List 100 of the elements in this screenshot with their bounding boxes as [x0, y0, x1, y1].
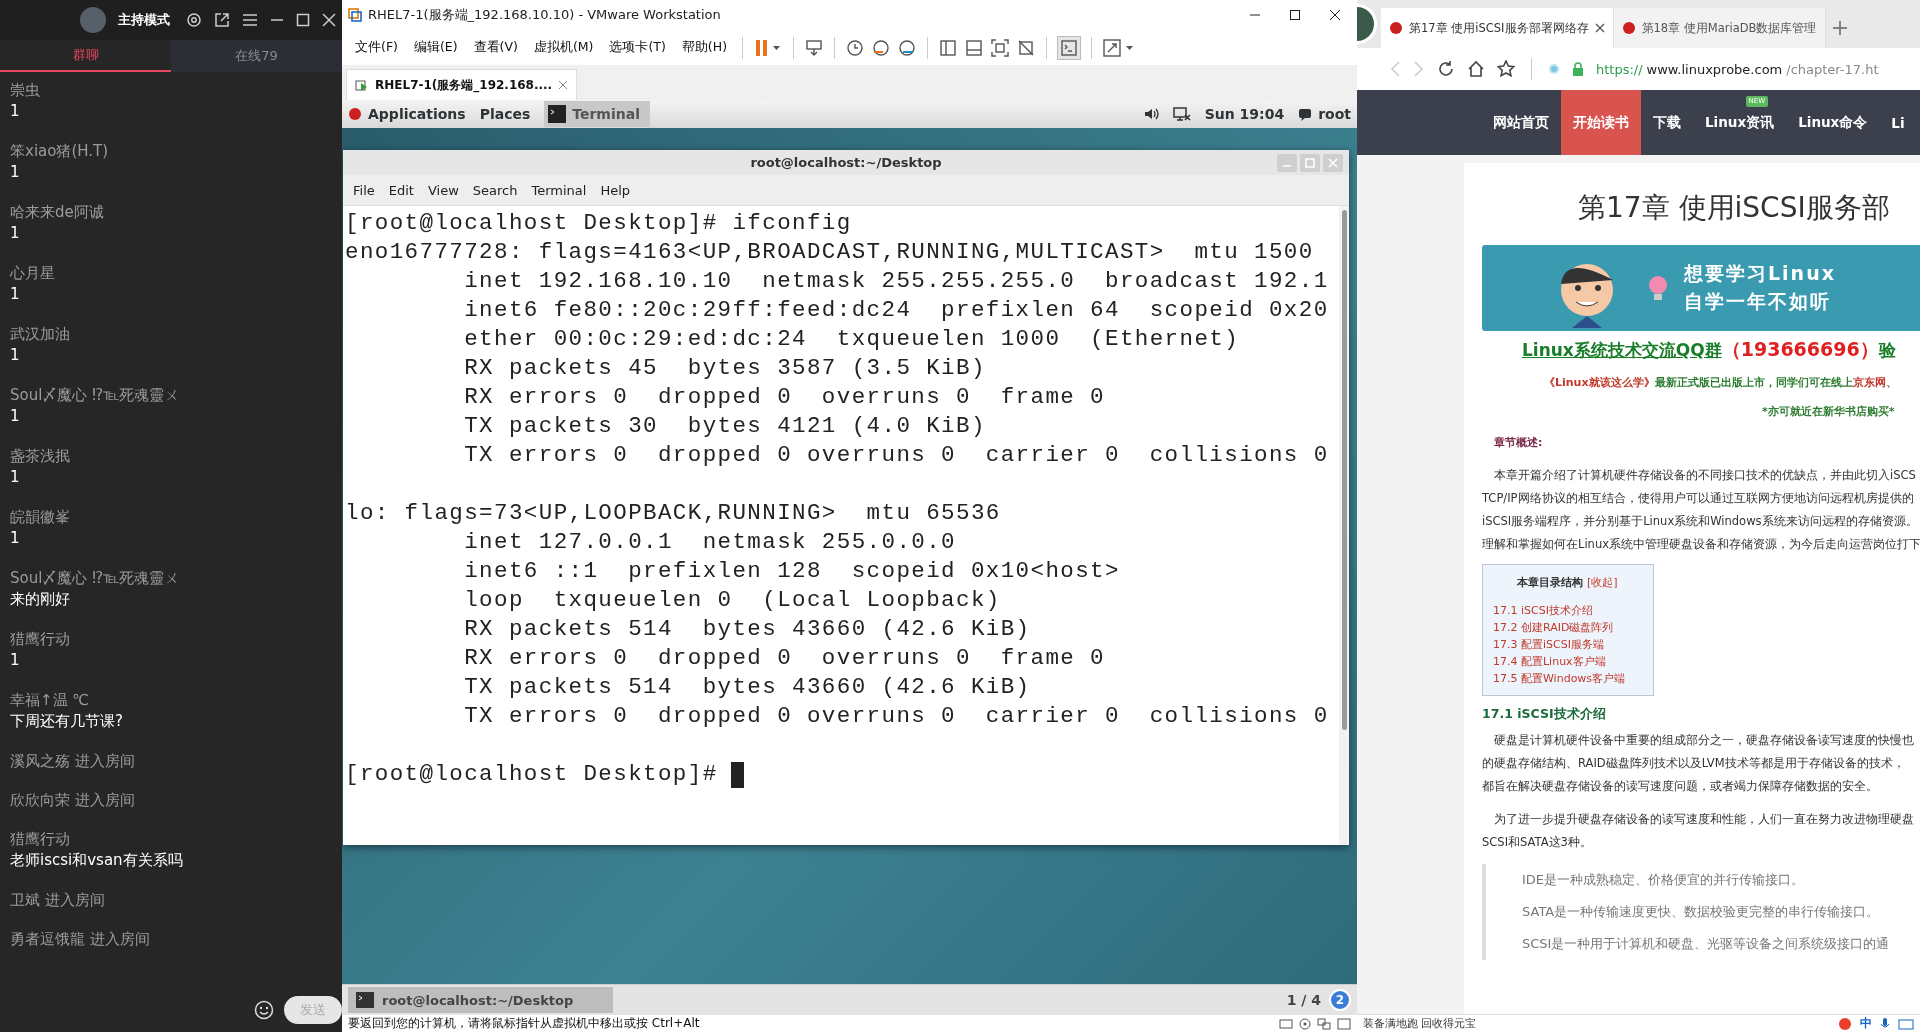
- vmware-logo-icon: [348, 8, 362, 22]
- message-text: 老师iscsi和vsan有关系吗: [10, 850, 184, 871]
- cd-icon[interactable]: [1299, 1017, 1311, 1030]
- home-icon[interactable]: [1467, 60, 1485, 78]
- message-sender: 心月星: [10, 263, 56, 283]
- toc-link[interactable]: 17.5 配置Windows客户端: [1493, 670, 1653, 687]
- menu-item[interactable]: View: [421, 179, 465, 201]
- menu-item[interactable]: Terminal: [525, 179, 593, 201]
- paragraph-line: SCSI和SATA这3种。: [1482, 834, 1593, 851]
- sidebar-layout-icon[interactable]: [938, 37, 958, 58]
- menu-item[interactable]: File: [347, 179, 381, 201]
- taskbar-window-button[interactable]: root@localhost:~/Desktop: [348, 987, 613, 1013]
- menu-item[interactable]: 选项卡(T): [604, 36, 671, 59]
- clock[interactable]: Sun 19:04: [1204, 106, 1285, 122]
- nav-link[interactable]: Linux命令: [1786, 90, 1880, 155]
- join-notice: 勇者逗饿龍 进入房间: [10, 929, 151, 949]
- applications-menu[interactable]: Applications: [348, 106, 466, 122]
- terminal-line: RX packets 45 bytes 3587 (3.5 KiB): [463, 354, 987, 383]
- host-mode-label: 主持模式: [118, 11, 170, 29]
- bottom-panel-layout-icon[interactable]: [964, 37, 984, 58]
- menu-item[interactable]: 文件(F): [350, 36, 403, 59]
- reload-icon[interactable]: [1437, 60, 1455, 78]
- settings-icon[interactable]: [186, 12, 202, 28]
- network-icon[interactable]: [1172, 106, 1191, 122]
- nav-link[interactable]: 网站首页: [1481, 90, 1561, 155]
- quote-line: SCSI是一种用于计算机和硬盘、光驱等设备之间系统级接口的通: [1522, 935, 1891, 953]
- pause-icon[interactable]: [753, 37, 783, 58]
- browser-tab[interactable]: 第17章 使用iSCSI服务部署网络存: [1381, 8, 1614, 48]
- chat-tab[interactable]: 在线79: [171, 40, 342, 72]
- toc-link[interactable]: 17.3 配置iSCSI服务端: [1493, 636, 1653, 653]
- active-app-menu[interactable]: Terminal: [544, 101, 650, 127]
- maximize-icon[interactable]: [1289, 9, 1301, 21]
- status-dot-icon: [1548, 63, 1560, 75]
- message-text: 1: [10, 345, 21, 366]
- menu-item[interactable]: 查看(V): [468, 36, 523, 59]
- book-notice: 《Linux就该这么学》最新正式版已出版上市，同学们可在线上京东网、: [1544, 375, 1898, 390]
- paragraph-line: 本章开篇介绍了计算机硬件存储设备的不同接口技术的优缺点，并由此切入iSCS: [1493, 467, 1917, 484]
- input-mode-indicator[interactable]: 中: [1860, 1015, 1872, 1032]
- toc-link[interactable]: 17.2 创建RAID磁盘阵列: [1493, 619, 1653, 636]
- toc-link[interactable]: 17.4 配置Linux客户端: [1493, 653, 1653, 670]
- toc-title: 本章目录结构: [1517, 575, 1583, 590]
- user-menu[interactable]: root: [1298, 106, 1351, 122]
- paragraph-line: 的硬盘存储结构、RAID磁盘阵列技术以及LVM技术等都是用于存储设备的技术，: [1482, 755, 1906, 772]
- snapshot-icon[interactable]: [845, 37, 865, 58]
- article-title: 第17章 使用iSCSI服务部: [1578, 190, 1891, 226]
- scrollbar-thumb[interactable]: [1341, 210, 1347, 730]
- fit-screen-icon[interactable]: [990, 37, 1010, 58]
- terminal-line: [root@localhost Desktop]# ifconfig: [345, 209, 853, 238]
- menu-item[interactable]: 虚拟机(M): [528, 36, 599, 59]
- message-icon[interactable]: [1337, 1017, 1351, 1030]
- menu-item[interactable]: 编辑(E): [408, 36, 463, 59]
- nav-link[interactable]: 下载: [1641, 90, 1693, 155]
- join-notice: 溪风之殇 进入房间: [10, 751, 136, 771]
- places-menu[interactable]: Places: [479, 106, 531, 122]
- browser-tab[interactable]: 第18章 使用MariaDB数据库管理: [1613, 8, 1826, 48]
- nav-link[interactable]: Li: [1879, 90, 1917, 155]
- join-notice: 欣欣向荣 进入房间: [10, 790, 136, 810]
- terminal-line: RX packets 514 bytes 43660 (42.6 KiB): [463, 615, 1032, 644]
- menu-item[interactable]: Edit: [382, 179, 420, 201]
- close-icon[interactable]: [1594, 23, 1605, 33]
- message-sender: 皖韻徽峯: [10, 507, 71, 527]
- site-logo-icon: [1621, 21, 1636, 35]
- collapse-link[interactable]: [收起]: [1587, 575, 1618, 590]
- terminal-line: RX errors 0 dropped 0 overruns 0 frame 0: [463, 383, 1106, 412]
- menu-item[interactable]: 帮助(H): [676, 36, 732, 59]
- qq-group-link[interactable]: Linux系统技术交流QQ群: [1522, 340, 1722, 360]
- console-icon[interactable]: [1057, 35, 1081, 60]
- fullscreen-icon[interactable]: [1102, 37, 1136, 58]
- nav-link[interactable]: 开始读书: [1561, 90, 1641, 155]
- message-text: 1: [10, 223, 21, 244]
- menu-icon[interactable]: [242, 13, 258, 27]
- message-sender: 盏茶浅抿: [10, 446, 71, 466]
- revert-snapshot-icon[interactable]: [871, 37, 891, 58]
- menu-item[interactable]: Search: [466, 179, 524, 201]
- banner-text: 想要学习Linux: [1684, 261, 1836, 286]
- message-sender: Soul〆魔心 ⁉℡死魂靈ㄨ: [10, 385, 181, 405]
- menu-item[interactable]: Help: [594, 179, 637, 201]
- vm-tab[interactable]: RHEL7-1(服务端_192.168....: [346, 69, 578, 100]
- terminal-line: inet 127.0.0.1 netmask 255.0.0.0: [463, 528, 957, 557]
- message-text: 下周还有几节课?: [10, 711, 124, 732]
- workspace-indicator[interactable]: 1 / 4: [1286, 992, 1321, 1008]
- network-adapter-icon[interactable]: [1317, 1017, 1331, 1030]
- external-link-icon[interactable]: [214, 12, 230, 28]
- terminal-line: inet6 fe80::20c:29ff:feed:dc24 prefixlen 64 scopeid 0x20: [463, 296, 1330, 325]
- bookmark-star-icon[interactable]: [1497, 60, 1515, 78]
- snapshot-manager-icon[interactable]: [897, 37, 917, 58]
- volume-icon[interactable]: [1142, 106, 1159, 122]
- message-sender: 幸福↑温 ℃: [10, 690, 91, 710]
- lock-icon: [1572, 62, 1584, 76]
- close-icon[interactable]: [1329, 9, 1341, 21]
- notification-badge[interactable]: 2: [1329, 989, 1351, 1011]
- message-text: 来的刚好: [10, 589, 71, 610]
- emoji-icon[interactable]: [254, 1000, 274, 1020]
- address-field[interactable]: https:// www.linuxprobe.com /chapter-17.ht: [1596, 61, 1879, 77]
- ad-text[interactable]: 装备满地跑 回收得元宝: [1363, 1016, 1477, 1031]
- terminal-line: TX errors 0 dropped 0 overruns 0 carrier 0 collisions 0: [463, 441, 1330, 470]
- paragraph-line: 都旨在解决硬盘存储设备的读写速度问题，或者竭力保障存储数据的安全。: [1482, 778, 1879, 795]
- input-method-logo-icon[interactable]: [1838, 1016, 1852, 1031]
- toc-link[interactable]: 17.1 iSCSI技术介绍: [1493, 602, 1653, 619]
- send-keys-icon[interactable]: [804, 37, 824, 58]
